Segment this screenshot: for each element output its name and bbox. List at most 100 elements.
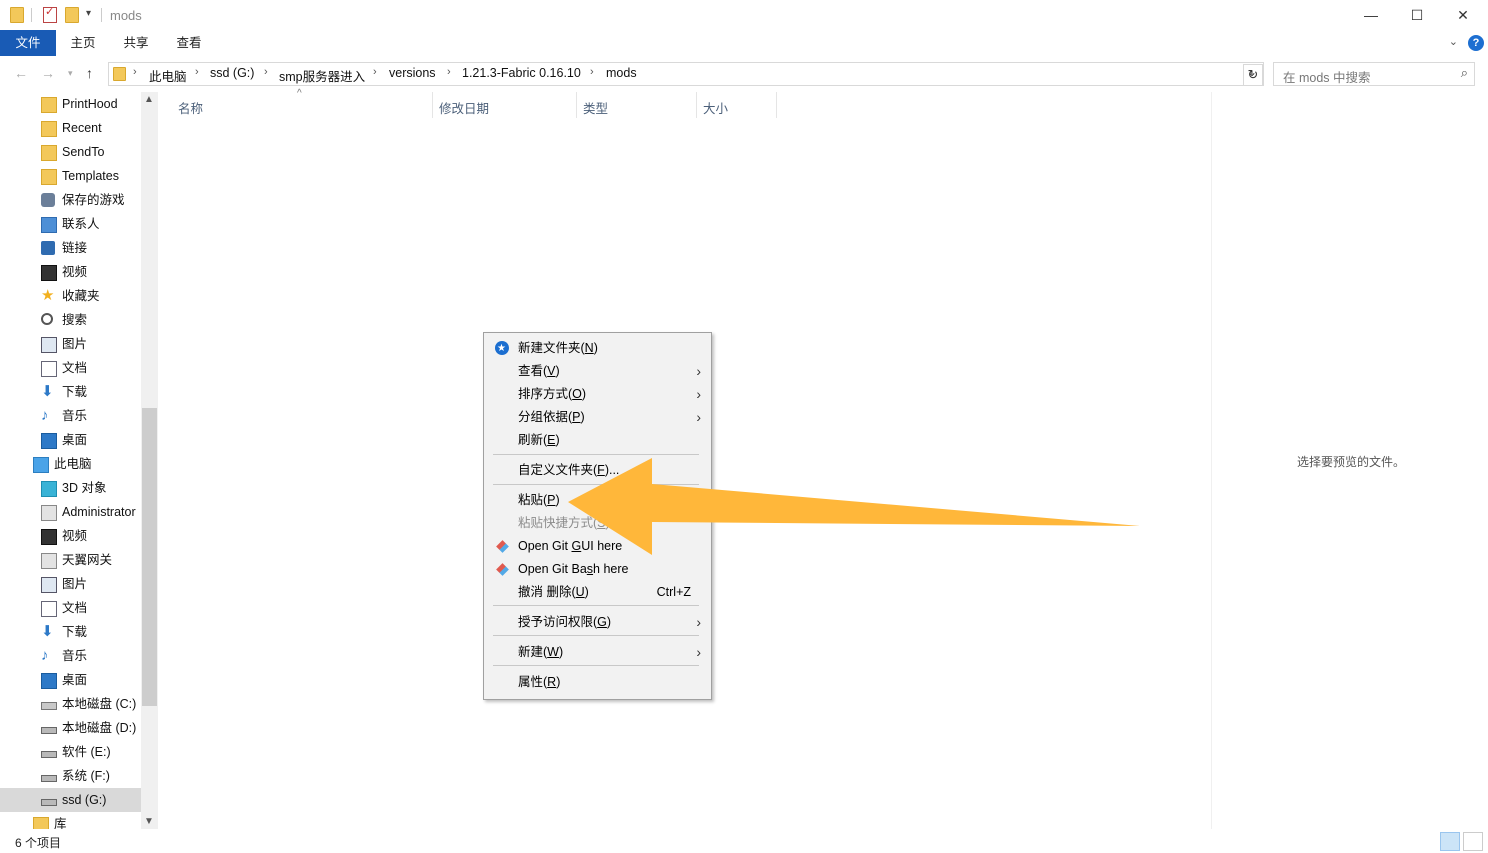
large-icons-view-icon[interactable] — [1463, 832, 1483, 851]
sidebar-item[interactable]: 3D 对象 — [0, 476, 141, 500]
properties-icon[interactable] — [43, 5, 57, 23]
sidebar-item[interactable]: 搜索 — [0, 308, 141, 332]
breadcrumb-ssd[interactable]: ssd (G:) — [210, 66, 254, 80]
up-arrow-icon[interactable]: ↑ — [86, 65, 93, 81]
sidebar-item[interactable]: Templates — [0, 164, 141, 188]
search-input[interactable]: 在 mods 中搜索 — [1283, 67, 1371, 86]
address-bar[interactable]: › 此电脑 › ssd (G:) › smp服务器进入 › versions ›… — [108, 62, 1264, 86]
chevron-right-icon[interactable]: › — [590, 66, 594, 78]
maximize-button[interactable]: ☐ — [1394, 0, 1440, 30]
menu-open-git-gui[interactable]: Open Git GUI here — [484, 535, 711, 558]
tab-file[interactable]: 文件 — [0, 30, 56, 56]
breadcrumb-version[interactable]: 1.21.3-Fabric 0.16.10 — [462, 66, 581, 80]
sidebar-item[interactable]: ⬇ 下载 — [0, 380, 141, 404]
chevron-down-icon[interactable]: ▾ — [86, 8, 91, 19]
menu-item-label: 查看(V) — [518, 364, 560, 378]
tab-home[interactable]: 主页 — [58, 30, 108, 56]
new-folder-icon[interactable] — [65, 7, 79, 23]
sidebar-item-label: 系统 (F:) — [62, 769, 110, 783]
sidebar-item[interactable]: 视频 — [0, 524, 141, 548]
column-divider[interactable] — [696, 92, 697, 118]
sidebar-item[interactable]: ♪ 音乐 — [0, 404, 141, 428]
column-divider[interactable] — [432, 92, 433, 118]
forward-arrow-icon[interactable]: → — [41, 65, 55, 81]
sidebar-item[interactable]: 联系人 — [0, 212, 141, 236]
chevron-right-icon[interactable]: › — [373, 66, 377, 78]
breadcrumb-this-pc[interactable]: 此电脑 — [149, 66, 187, 85]
sidebar-item[interactable]: 视频 — [0, 260, 141, 284]
drive-icon — [41, 751, 57, 758]
scroll-up-icon[interactable]: ▲ — [144, 94, 154, 105]
column-header-size[interactable]: 大小 — [703, 98, 728, 117]
column-header-date[interactable]: 修改日期 — [439, 98, 489, 117]
search-icon[interactable]: ⌕ — [1461, 65, 1468, 81]
back-arrow-icon[interactable]: ← — [14, 65, 28, 81]
sidebar-item[interactable]: 此电脑 — [0, 452, 141, 476]
menu-open-git-bash[interactable]: Open Git Bash here — [484, 558, 711, 581]
sidebar-item[interactable]: 本地磁盘 (D:) — [0, 716, 141, 740]
menu-undo-delete[interactable]: 撤消 删除(U) Ctrl+Z — [484, 581, 711, 604]
sidebar-item[interactable]: 系统 (F:) — [0, 764, 141, 788]
chevron-right-icon[interactable]: › — [264, 66, 268, 78]
scroll-down-icon[interactable]: ▼ — [144, 816, 154, 827]
menu-new[interactable]: 新建(W) › — [484, 641, 711, 664]
sidebar-item[interactable]: 保存的游戏 — [0, 188, 141, 212]
menu-properties[interactable]: 属性(R) — [484, 671, 711, 694]
menu-give-access[interactable]: 授予访问权限(G) › — [484, 611, 711, 634]
close-button[interactable]: ✕ — [1440, 0, 1486, 30]
refresh-icon[interactable]: ↻ — [1243, 64, 1263, 86]
sidebar-item[interactable]: Recent — [0, 116, 141, 140]
desktop-icon — [41, 673, 57, 689]
sidebar-item[interactable]: 图片 — [0, 332, 141, 356]
sidebar-item[interactable]: 文档 — [0, 596, 141, 620]
scrollbar-thumb[interactable] — [142, 408, 157, 706]
sidebar-item[interactable]: SendTo — [0, 140, 141, 164]
saved-games-icon — [41, 193, 55, 207]
tab-share[interactable]: 共享 — [110, 30, 162, 56]
menu-customize-folder[interactable]: 自定义文件夹(F)... — [484, 459, 711, 482]
menu-refresh[interactable]: 刷新(E) — [484, 429, 711, 452]
chevron-right-icon[interactable]: › — [195, 66, 199, 78]
scrollbar[interactable]: ▲ ▼ — [141, 92, 158, 829]
folder-icon — [41, 169, 57, 185]
minimize-button[interactable]: — — [1348, 0, 1394, 30]
folder-icon[interactable] — [10, 7, 24, 23]
tab-view[interactable]: 查看 — [164, 30, 214, 56]
search-box[interactable]: 在 mods 中搜索 ⌕ — [1273, 62, 1475, 86]
breadcrumb-smp[interactable]: smp服务器进入 — [279, 66, 365, 85]
sidebar-item[interactable]: ★ 收藏夹 — [0, 284, 141, 308]
sidebar-item[interactable]: 桌面 — [0, 668, 141, 692]
sidebar-item[interactable]: 链接 — [0, 236, 141, 260]
sidebar-item-label: Templates — [62, 169, 119, 183]
sidebar-item[interactable]: 图片 — [0, 572, 141, 596]
help-icon[interactable]: ? — [1468, 35, 1484, 51]
column-divider[interactable] — [576, 92, 577, 118]
sidebar-item[interactable]: PrintHood — [0, 92, 141, 116]
sidebar-item[interactable]: 软件 (E:) — [0, 740, 141, 764]
menu-sort-by[interactable]: 排序方式(O) › — [484, 383, 711, 406]
sidebar-item[interactable]: 文档 — [0, 356, 141, 380]
chevron-right-icon[interactable]: › — [133, 66, 137, 78]
menu-paste-shortcut[interactable]: 粘贴快捷方式(S) — [484, 512, 711, 535]
collapse-ribbon-icon[interactable]: ⌄ — [1449, 35, 1458, 48]
sidebar-item[interactable]: 桌面 — [0, 428, 141, 452]
recent-locations-icon[interactable]: ▾ — [68, 68, 73, 79]
breadcrumb-versions[interactable]: versions — [389, 66, 436, 80]
details-view-icon[interactable] — [1440, 832, 1460, 851]
sidebar-item[interactable]: 库 — [0, 812, 141, 829]
menu-new-folder[interactable]: 新建文件夹(N) — [484, 337, 711, 360]
sidebar-item[interactable]: Administrator — [0, 500, 141, 524]
breadcrumb-mods[interactable]: mods — [606, 66, 637, 80]
menu-group-by[interactable]: 分组依据(P) › — [484, 406, 711, 429]
column-header-name[interactable]: 名称 — [178, 98, 203, 117]
menu-view[interactable]: 查看(V) › — [484, 360, 711, 383]
sidebar-item[interactable]: ♪ 音乐 — [0, 644, 141, 668]
column-divider[interactable] — [776, 92, 777, 118]
sidebar-item[interactable]: ⬇ 下载 — [0, 620, 141, 644]
chevron-right-icon[interactable]: › — [447, 66, 451, 78]
column-header-type[interactable]: 类型 — [583, 98, 608, 117]
sidebar-item[interactable]: 天翼网关 — [0, 548, 141, 572]
sidebar-item[interactable]: 本地磁盘 (C:) — [0, 692, 141, 716]
menu-paste[interactable]: 粘贴(P) — [484, 489, 711, 512]
sidebar-item[interactable]: ssd (G:) — [0, 788, 141, 812]
